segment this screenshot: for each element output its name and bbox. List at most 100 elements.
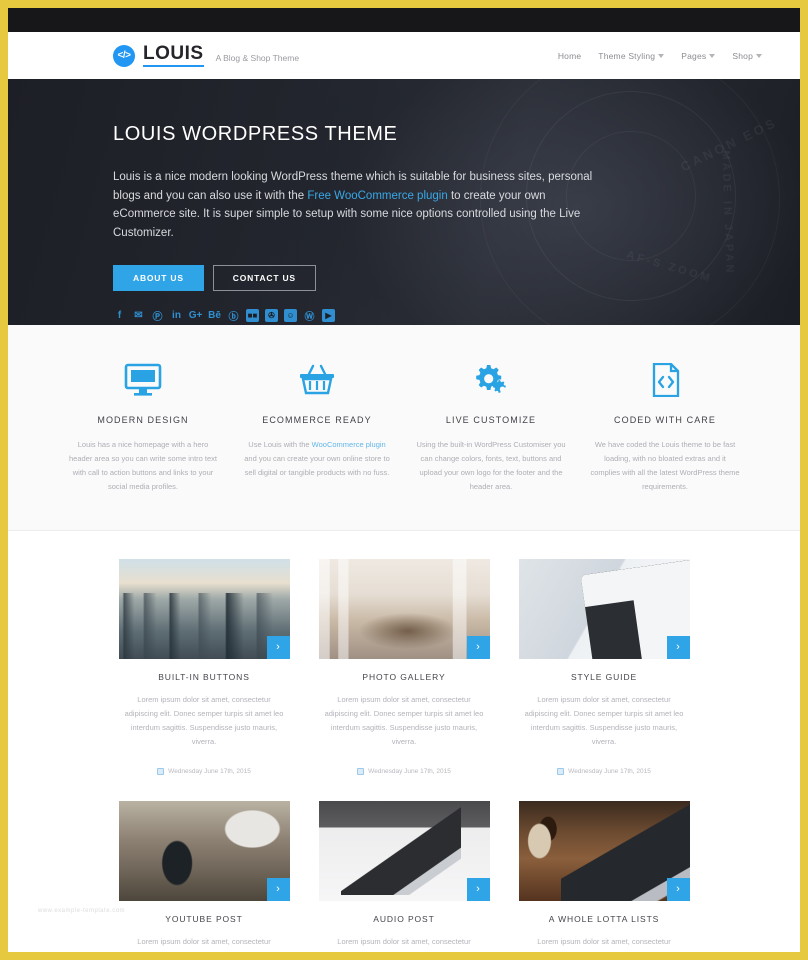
post-date: Wednesday June 17th, 2015 <box>568 767 651 775</box>
post-thumbnail[interactable]: › <box>318 800 490 901</box>
linkedin-icon[interactable]: in <box>170 309 183 322</box>
post-thumbnail[interactable]: › <box>118 558 290 659</box>
post-title[interactable]: AUDIO POST <box>319 914 490 924</box>
feature-text: Use Louis with the WooCommerce plugin an… <box>242 438 392 480</box>
post-title[interactable]: STYLE GUIDE <box>519 672 690 682</box>
nav-label: Pages <box>681 50 707 61</box>
post-excerpt: Lorem ipsum dolor sit amet, consectetur … <box>525 936 684 953</box>
brand-logo[interactable]: </> LOUIS A Blog & Shop Theme <box>113 44 299 67</box>
woocommerce-plugin-link[interactable]: Free WooCommerce plugin <box>307 190 447 202</box>
post-thumbnail[interactable]: › <box>518 558 690 659</box>
post-card: › AUDIO POST Lorem ipsum dolor sit amet,… <box>318 800 490 953</box>
feature-live-customize: LIVE CUSTOMIZE Using the built-in WordPr… <box>416 359 566 494</box>
code-file-icon <box>590 359 740 401</box>
tablet-design-image <box>518 558 690 659</box>
facebook-icon[interactable]: f <box>113 309 126 322</box>
post-title[interactable]: YOUTUBE POST <box>119 914 290 924</box>
nav-item-home[interactable]: Home <box>558 51 581 61</box>
nav-label: Theme Styling <box>598 50 656 61</box>
dribbble-icon[interactable]: ⓑ <box>227 309 240 323</box>
wordpress-icon[interactable]: Ⓦ <box>303 309 316 323</box>
post-excerpt: Lorem ipsum dolor sit amet, consectetur … <box>125 936 284 953</box>
flickr-icon[interactable]: ■■ <box>246 309 259 322</box>
behance-icon[interactable]: Bē <box>208 309 221 322</box>
laptop-desk-image <box>318 800 490 901</box>
feature-title: ECOMMERCE READY <box>262 415 372 425</box>
page-frame: </> LOUIS A Blog & Shop Theme Home Theme… <box>0 0 808 960</box>
post-thumbnail[interactable]: › <box>118 800 290 901</box>
chevron-down-icon <box>709 53 716 58</box>
feature-coded-with-care: CODED WITH CARE We have coded the Louis … <box>590 359 740 494</box>
contact-us-button[interactable]: CONTACT US <box>212 264 316 291</box>
hero-section: CANON EOS MADE IN JAPAN AF-S ZOOM LOUIS … <box>8 79 800 325</box>
post-read-more-arrow-icon[interactable]: › <box>266 635 290 659</box>
top-black-bar <box>8 8 800 32</box>
posts-section: › BUILT-IN BUTTONS Lorem ipsum dolor sit… <box>8 530 800 953</box>
feature-title: MODERN DESIGN <box>97 415 189 425</box>
post-read-more-arrow-icon[interactable]: › <box>466 635 490 659</box>
woocommerce-link[interactable]: WooCommerce plugin <box>312 440 386 449</box>
calendar-icon <box>157 767 165 775</box>
post-read-more-arrow-icon[interactable]: › <box>666 635 690 659</box>
social-links: f ✉ Ⓟ in G+ Bē ⓑ ■■ ✇ ☺ Ⓦ ▶ <box>113 309 608 323</box>
post-row: › BUILT-IN BUTTONS Lorem ipsum dolor sit… <box>8 558 800 775</box>
feature-title: CODED WITH CARE <box>614 415 716 425</box>
calendar-icon <box>557 767 565 775</box>
code-logo-icon: </> <box>113 44 135 67</box>
laptop-wood-desk-image <box>518 800 690 901</box>
phone-outdoor-image <box>118 800 290 901</box>
nav-label: Home <box>557 50 582 61</box>
feature-text: Louis has a nice homepage with a hero he… <box>69 440 217 491</box>
nav-item-theme-styling[interactable]: Theme Styling <box>598 50 665 61</box>
post-meta: Wednesday June 17th, 2015 <box>319 767 490 775</box>
post-card: › BUILT-IN BUTTONS Lorem ipsum dolor sit… <box>118 558 290 775</box>
post-read-more-arrow-icon[interactable]: › <box>666 877 690 901</box>
page-watermark: www.example-template.com <box>38 908 126 914</box>
youtube-icon[interactable]: ▶ <box>322 309 335 322</box>
feature-text: We have coded the Louis theme to be fast… <box>590 440 740 491</box>
city-skyline-image <box>118 558 290 659</box>
pinterest-icon[interactable]: Ⓟ <box>151 309 164 323</box>
feature-text-part-2: and you can create your own online store… <box>244 453 390 477</box>
nav-item-shop[interactable]: Shop <box>732 51 762 61</box>
reddit-icon[interactable]: ☺ <box>284 309 297 322</box>
feature-modern-design: MODERN DESIGN Louis has a nice homepage … <box>68 359 218 494</box>
post-excerpt: Lorem ipsum dolor sit amet, consectetur … <box>124 694 284 747</box>
brand-tagline: A Blog & Shop Theme <box>215 52 300 63</box>
post-title[interactable]: A WHOLE LOTTA LISTS <box>519 914 690 924</box>
feature-text: Using the built-in WordPress Customiser … <box>416 440 566 491</box>
twitter-icon[interactable]: ✉ <box>132 309 145 322</box>
post-title[interactable]: BUILT-IN BUTTONS <box>119 672 290 682</box>
monitor-icon <box>68 359 218 401</box>
feature-title: LIVE CUSTOMIZE <box>445 415 537 425</box>
post-read-more-arrow-icon[interactable]: › <box>266 877 290 901</box>
hero-buttons: ABOUT US CONTACT US <box>113 264 608 291</box>
brand-name: LOUIS <box>143 44 204 67</box>
gears-icon <box>416 359 566 401</box>
post-date: Wednesday June 17th, 2015 <box>168 767 251 775</box>
main-navigation: Home Theme Styling Pages Shop <box>558 51 762 61</box>
google-plus-icon[interactable]: G+ <box>189 309 203 322</box>
post-excerpt: Lorem ipsum dolor sit amet, consectetur … <box>325 936 484 953</box>
hero-description: Louis is a nice modern looking WordPress… <box>113 168 608 243</box>
hero-title: LOUIS WORDPRESS THEME <box>113 123 398 145</box>
feature-text-part-1: Use Louis with the <box>248 440 312 449</box>
feature-ecommerce-ready: ECOMMERCE READY Use Louis with the WooCo… <box>242 359 392 494</box>
conference-room-image <box>318 558 490 659</box>
post-card: › PHOTO GALLERY Lorem ipsum dolor sit am… <box>318 558 490 775</box>
vk-icon[interactable]: ✇ <box>265 309 278 322</box>
post-thumbnail[interactable]: › <box>518 800 690 901</box>
shopping-basket-icon <box>242 359 392 401</box>
about-us-button[interactable]: ABOUT US <box>113 264 204 291</box>
post-title[interactable]: PHOTO GALLERY <box>319 672 490 682</box>
post-date: Wednesday June 17th, 2015 <box>368 767 451 775</box>
post-row: › YOUTUBE POST Lorem ipsum dolor sit ame… <box>8 800 800 953</box>
nav-label: Shop <box>732 50 753 61</box>
post-excerpt: Lorem ipsum dolor sit amet, consectetur … <box>524 694 684 747</box>
nav-item-pages[interactable]: Pages <box>681 50 716 61</box>
site-header: </> LOUIS A Blog & Shop Theme Home Theme… <box>8 32 800 79</box>
post-read-more-arrow-icon[interactable]: › <box>466 877 490 901</box>
post-thumbnail[interactable]: › <box>318 558 490 659</box>
calendar-icon <box>357 767 365 775</box>
post-card: › YOUTUBE POST Lorem ipsum dolor sit ame… <box>118 800 290 953</box>
